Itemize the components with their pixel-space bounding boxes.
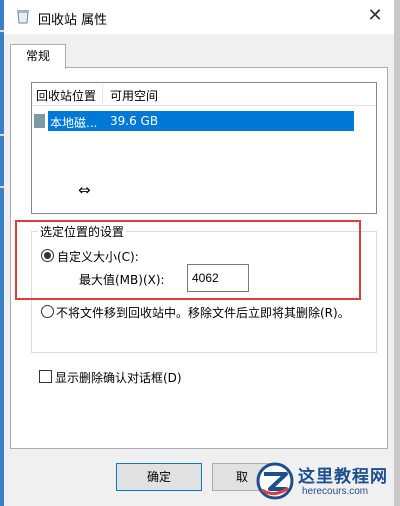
column-header-location[interactable]: 回收站位置 [36, 87, 96, 104]
tab-general[interactable]: 常规 [10, 44, 66, 69]
horizontal-resize-cursor-icon: ⇔ [78, 181, 91, 199]
watermark-title: 这里教程网 [298, 467, 388, 487]
recycle-bin-icon [17, 10, 29, 24]
watermark-url: herecours.com [302, 486, 369, 497]
list-item-location: 本地磁... [50, 116, 98, 130]
close-button[interactable]: ✕ [364, 5, 386, 27]
site-watermark: 这里教程网 herecours.com [250, 458, 400, 506]
recycle-bin-location-list[interactable]: 回收站位置 可用空间 本地磁... 39.6 GB ⇔ [31, 82, 377, 214]
ok-button[interactable]: 确定 [116, 463, 202, 491]
no-move-delete-label[interactable]: 不将文件移到回收站中。移除文件后立即将其删除(R)。 [56, 304, 350, 321]
no-move-delete-radio[interactable] [41, 305, 54, 318]
confirm-dialog-label[interactable]: 显示删除确认对话框(D) [55, 369, 182, 386]
confirm-dialog-checkbox[interactable] [39, 370, 52, 383]
window-title: 回收站 属性 [38, 13, 108, 28]
list-item[interactable]: 本地磁... 39.6 GB [32, 111, 358, 131]
list-header: 回收站位置 可用空间 [32, 83, 376, 106]
highlight-annotation-box [15, 220, 361, 300]
background-window-edge-right [394, 0, 400, 506]
title-bar: 回收站 属性 ✕ [4, 0, 394, 34]
watermark-logo-icon [256, 462, 294, 500]
list-item-free-space: 39.6 GB [110, 114, 159, 128]
drive-icon [34, 114, 45, 128]
background-window-edge-left [0, 0, 4, 506]
column-divider[interactable] [102, 85, 103, 103]
column-header-free-space[interactable]: 可用空间 [110, 87, 158, 104]
tab-general-label: 常规 [25, 49, 50, 63]
